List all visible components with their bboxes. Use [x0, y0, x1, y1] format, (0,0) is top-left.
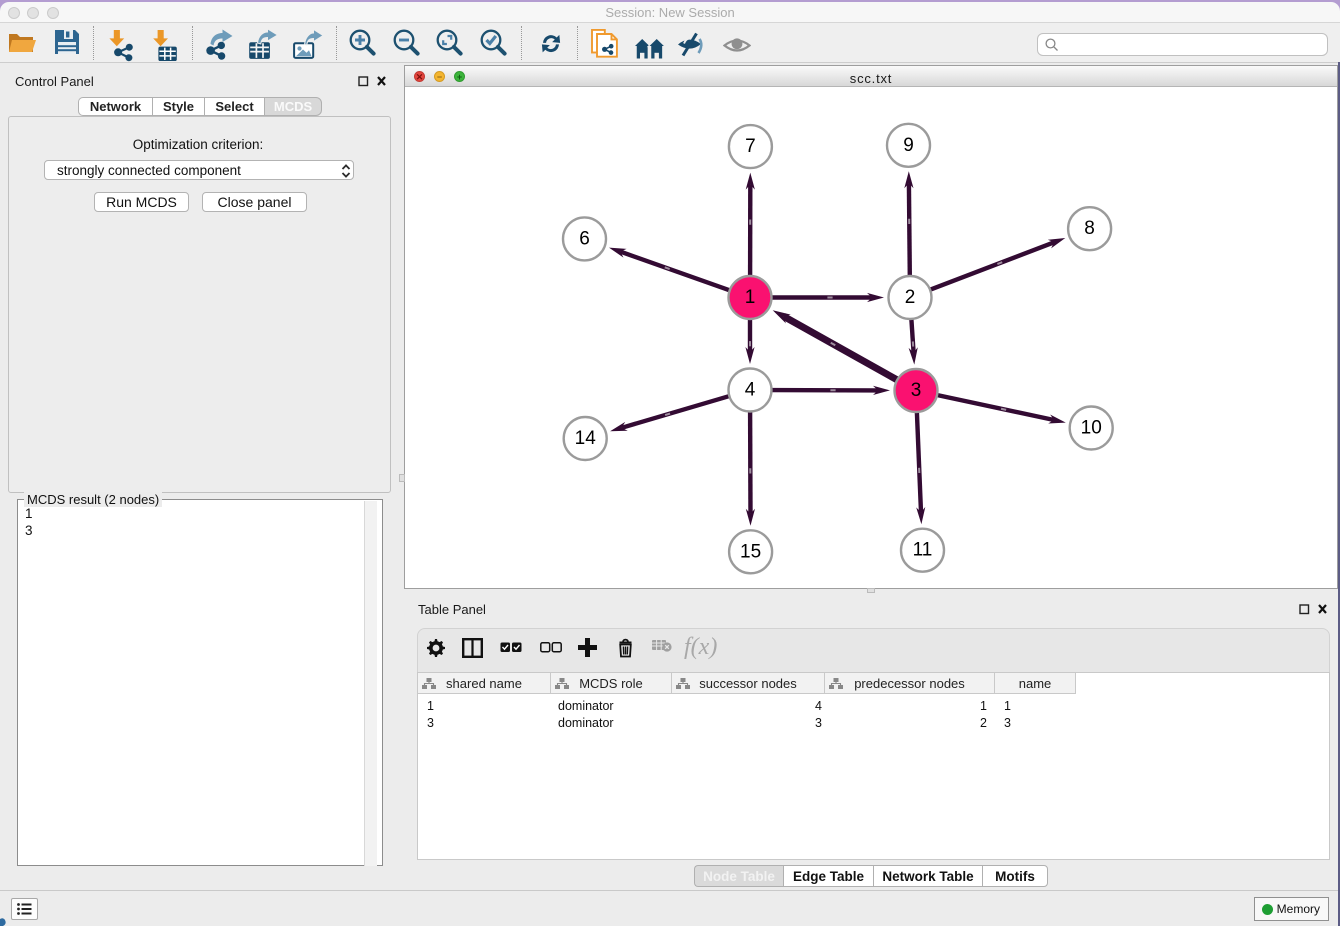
- svg-text:10: 10: [1081, 418, 1102, 439]
- svg-text:1: 1: [745, 287, 756, 308]
- svg-text:9: 9: [903, 135, 914, 156]
- svg-text:8: 8: [1084, 218, 1095, 239]
- svg-text:7: 7: [745, 136, 756, 157]
- svg-text:4: 4: [745, 380, 756, 401]
- svg-text:3: 3: [911, 380, 922, 401]
- svg-text:6: 6: [579, 228, 590, 249]
- svg-text:11: 11: [913, 540, 933, 561]
- svg-text:14: 14: [575, 428, 597, 449]
- svg-text:2: 2: [905, 287, 916, 308]
- svg-text:15: 15: [740, 541, 761, 562]
